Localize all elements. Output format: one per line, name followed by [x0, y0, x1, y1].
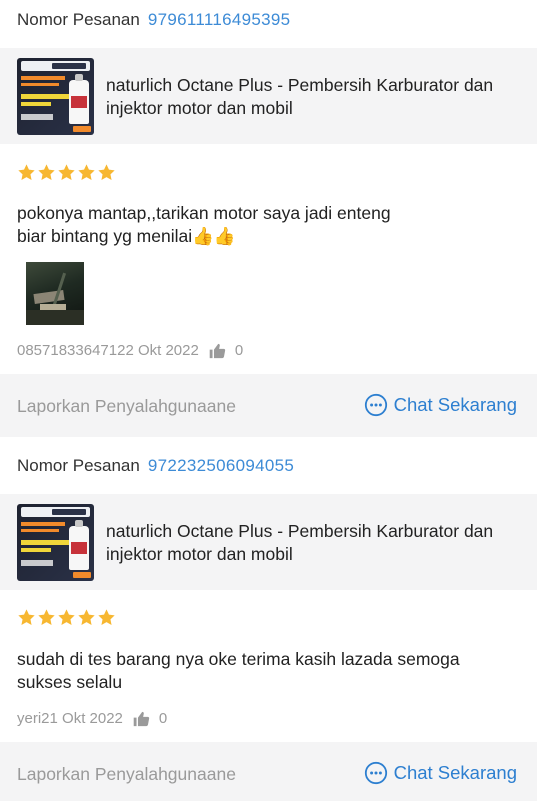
review-meta: yeri21 Okt 2022 0: [17, 710, 167, 727]
star-icon: [77, 608, 96, 627]
author-date: yeri21 Okt 2022: [17, 710, 123, 727]
star-icon: [57, 608, 76, 627]
chat-now-button[interactable]: Chat Sekarang: [364, 761, 517, 785]
order-row: Nomor Pesanan 979611116495395: [17, 10, 290, 30]
review-meta: 08571833647122 Okt 2022 0: [17, 342, 243, 359]
star-icon: [37, 163, 56, 182]
review-action-bar: Laporkan Penyalahgunaane Chat Sekarang: [0, 742, 537, 801]
chat-bubble-icon: [364, 393, 388, 417]
chat-bubble-icon: [364, 761, 388, 785]
star-icon: [97, 163, 116, 182]
product-card[interactable]: naturlich Octane Plus - Pembersih Karbur…: [0, 48, 537, 144]
thumbs-up-icon[interactable]: [133, 711, 150, 727]
star-icon: [37, 608, 56, 627]
author-date: 08571833647122 Okt 2022: [17, 342, 199, 359]
chat-now-label: Chat Sekarang: [393, 394, 517, 415]
product-thumbnail[interactable]: [17, 58, 94, 135]
chat-now-button[interactable]: Chat Sekarang: [364, 393, 517, 417]
thumbs-up-icon[interactable]: [209, 343, 226, 359]
review-text: pokonya mantap,,tarikan motor saya jadi …: [17, 203, 391, 246]
order-row: Nomor Pesanan 972232506094055: [17, 456, 294, 476]
report-abuse-link[interactable]: Laporkan Penyalahgunaane: [17, 764, 236, 785]
rating-stars: [17, 608, 116, 627]
star-icon: [57, 163, 76, 182]
chat-now-label: Chat Sekarang: [393, 762, 517, 783]
report-abuse-link[interactable]: Laporkan Penyalahgunaane: [17, 396, 236, 417]
order-number[interactable]: 972232506094055: [148, 456, 294, 476]
star-icon: [17, 163, 36, 182]
star-icon: [17, 608, 36, 627]
product-name[interactable]: naturlich Octane Plus - Pembersih Karbur…: [106, 520, 526, 566]
like-count: 0: [234, 342, 244, 359]
product-thumbnail[interactable]: [17, 504, 94, 581]
product-name[interactable]: naturlich Octane Plus - Pembersih Karbur…: [106, 74, 526, 120]
rating-stars: [17, 163, 116, 182]
like-count: 0: [158, 710, 168, 727]
star-icon: [77, 163, 96, 182]
order-label: Nomor Pesanan: [17, 10, 140, 29]
review-photo[interactable]: [26, 262, 84, 325]
product-card[interactable]: naturlich Octane Plus - Pembersih Karbur…: [0, 494, 537, 590]
review-action-bar: Laporkan Penyalahgunaane Chat Sekarang: [0, 374, 537, 437]
review-text: sudah di tes barang nya oke terima kasih…: [17, 649, 460, 692]
order-label: Nomor Pesanan: [17, 456, 140, 475]
order-number[interactable]: 979611116495395: [148, 10, 291, 30]
star-icon: [97, 608, 116, 627]
